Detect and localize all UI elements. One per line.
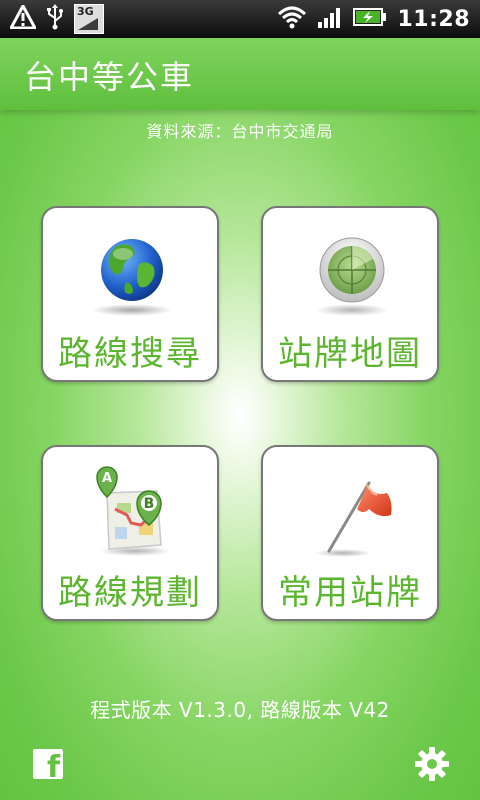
map-route-icon: A B [87, 463, 177, 559]
3g-label: 3G [77, 5, 94, 18]
facebook-glyph: f [46, 750, 60, 785]
title-bar: 台中等公車 [0, 38, 480, 110]
route-planning-label: 路線規劃 [58, 573, 202, 613]
stop-map-button[interactable]: 站牌地圖 [261, 206, 439, 382]
gear-icon[interactable] [414, 746, 450, 782]
svg-text:B: B [144, 496, 155, 512]
route-search-button[interactable]: 路線搜尋 [41, 206, 219, 382]
usb-icon [46, 4, 64, 34]
route-search-label: 路線搜尋 [58, 334, 202, 374]
3g-icon: 3G [74, 4, 104, 34]
status-time: 11:28 [397, 6, 470, 32]
status-bar-right: 11:28 [277, 4, 470, 34]
stop-map-label: 站牌地圖 [278, 334, 422, 374]
version-text: 程式版本 V1.3.0, 路線版本 V42 [90, 698, 390, 722]
route-planning-button[interactable]: A B 路線規劃 [41, 445, 219, 621]
wifi-icon [277, 5, 307, 33]
svg-text:A: A [102, 471, 112, 486]
flag-icon [307, 463, 397, 559]
facebook-icon[interactable]: f [33, 749, 63, 783]
data-source-text: 資料來源：台中市交通局 [146, 122, 334, 141]
warning-icon [9, 4, 37, 33]
app-title: 台中等公車 [24, 58, 195, 96]
battery-charging-icon [353, 7, 387, 31]
globe-icon [87, 224, 177, 320]
status-bar: 3G 11:28 [0, 0, 480, 38]
radar-icon [307, 224, 397, 320]
favorite-stops-button[interactable]: 常用站牌 [261, 445, 439, 621]
status-bar-left: 3G [9, 4, 104, 34]
favorite-stops-label: 常用站牌 [278, 573, 422, 613]
signal-icon [317, 5, 343, 33]
